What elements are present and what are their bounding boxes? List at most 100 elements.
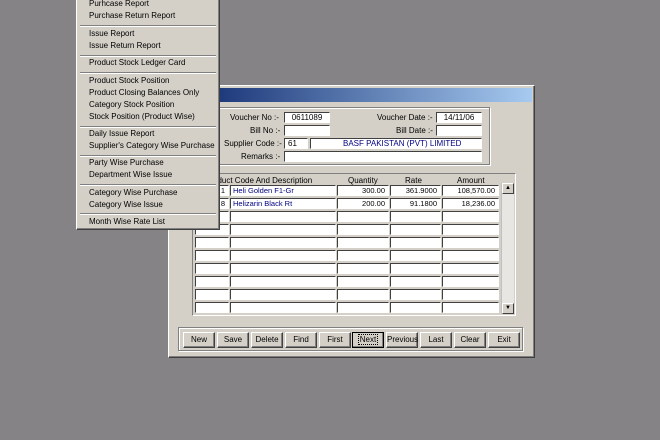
- empty-cell-code[interactable]: [195, 302, 229, 313]
- menu-separator: [80, 25, 216, 27]
- delete-button[interactable]: Delete: [251, 332, 283, 348]
- supplier-code-label: Supplier Code :-: [224, 139, 282, 148]
- voucher-date-field[interactable]: 14/11/06: [436, 112, 482, 123]
- empty-cell-rate[interactable]: [390, 211, 441, 222]
- save-button[interactable]: Save: [217, 332, 249, 348]
- empty-cell-rate[interactable]: [390, 302, 441, 313]
- empty-cell-rate[interactable]: [390, 224, 441, 235]
- menu-item-supplier-category-wise-purchase[interactable]: Supplier's Category Wise Purchase: [89, 140, 215, 152]
- empty-cell-description[interactable]: [230, 211, 336, 222]
- header-amount: Amount: [457, 176, 485, 185]
- menu-separator: [80, 72, 216, 74]
- down-arrow-icon[interactable]: ▼: [502, 303, 514, 314]
- empty-cell-description[interactable]: [230, 289, 336, 300]
- empty-cell-amount[interactable]: [442, 250, 499, 261]
- menu-item-issue-return-report[interactable]: Issue Return Report: [89, 40, 161, 52]
- bill-no-field[interactable]: [284, 125, 330, 136]
- window-title: ucher.: [171, 88, 532, 102]
- empty-cell-description[interactable]: [230, 237, 336, 248]
- previous-button[interactable]: Previous: [386, 332, 418, 348]
- row1-amount[interactable]: 108,570.00: [442, 185, 499, 196]
- header-product-code: oduct Code And Description: [213, 176, 313, 185]
- grid-scrollbar[interactable]: ▲ ▼: [501, 183, 514, 314]
- bill-date-label: Bill Date :-: [396, 126, 433, 135]
- empty-cell-description[interactable]: [230, 263, 336, 274]
- voucher-no-field[interactable]: 0611089: [284, 112, 330, 123]
- last-button[interactable]: Last: [420, 332, 452, 348]
- empty-cell-description[interactable]: [230, 302, 336, 313]
- menu-item-product-closing-balances[interactable]: Product Closing Balances Only: [89, 87, 199, 99]
- next-button-label: Next: [357, 334, 379, 345]
- menu-item-purchase-return-report[interactable]: Purchase Return Report: [89, 10, 175, 22]
- remarks-field[interactable]: [284, 151, 482, 162]
- voucher-date-label: Voucher Date :-: [377, 113, 433, 122]
- exit-button[interactable]: Exit: [488, 332, 520, 348]
- empty-cell-amount[interactable]: [442, 237, 499, 248]
- row2-amount[interactable]: 18,236.00: [442, 198, 499, 209]
- empty-cell-amount[interactable]: [442, 224, 499, 235]
- empty-cell-rate[interactable]: [390, 263, 441, 274]
- menu-item-category-wise-issue[interactable]: Category Wise Issue: [89, 199, 163, 211]
- empty-cell-amount[interactable]: [442, 263, 499, 274]
- empty-cell-amount[interactable]: [442, 289, 499, 300]
- empty-cell-description[interactable]: [230, 276, 336, 287]
- next-button[interactable]: Next: [352, 332, 384, 348]
- items-grid: oduct Code And Description Quantity Rate…: [192, 173, 516, 316]
- empty-cell-code[interactable]: [195, 237, 229, 248]
- empty-cell-code[interactable]: [195, 263, 229, 274]
- supplier-code-field[interactable]: 61: [284, 138, 308, 149]
- menu-item-product-stock-position[interactable]: Product Stock Position: [89, 75, 169, 87]
- new-button[interactable]: New: [183, 332, 215, 348]
- menu-item-stock-position-product-wise[interactable]: Stock Position (Product Wise): [89, 111, 195, 123]
- clear-button[interactable]: Clear: [454, 332, 486, 348]
- menu-separator: [80, 213, 216, 215]
- empty-cell-amount[interactable]: [442, 302, 499, 313]
- empty-cell-quantity[interactable]: [337, 211, 389, 222]
- menu-item-party-wise-purchase[interactable]: Party Wise Purchase: [89, 157, 164, 169]
- row1-description[interactable]: Heli Golden F1-Gr: [230, 185, 336, 196]
- menu-item-purchase-report[interactable]: Purhcase Report: [89, 0, 149, 10]
- empty-cell-quantity[interactable]: [337, 250, 389, 261]
- bill-date-field[interactable]: [436, 125, 482, 136]
- row1-quantity[interactable]: 300.00: [337, 185, 389, 196]
- empty-cell-quantity[interactable]: [337, 302, 389, 313]
- row2-rate[interactable]: 91.1800: [390, 198, 441, 209]
- menu-separator: [80, 184, 216, 186]
- empty-cell-quantity[interactable]: [337, 263, 389, 274]
- empty-cell-code[interactable]: [195, 276, 229, 287]
- menu-item-issue-report[interactable]: Issue Report: [89, 28, 134, 40]
- empty-cell-quantity[interactable]: [337, 276, 389, 287]
- empty-cell-amount[interactable]: [442, 276, 499, 287]
- reports-menu: Purhcase Report Purchase Return Report I…: [76, 0, 220, 230]
- menu-item-department-wise-issue[interactable]: Department Wise Issue: [89, 169, 172, 181]
- row1-rate[interactable]: 361.9000: [390, 185, 441, 196]
- find-button[interactable]: Find: [285, 332, 317, 348]
- menu-item-month-wise-rate-list[interactable]: Month Wise Rate List: [89, 216, 165, 228]
- header-rate: Rate: [405, 176, 422, 185]
- empty-cell-amount[interactable]: [442, 211, 499, 222]
- menu-item-daily-issue-report[interactable]: Daily Issue Report: [89, 128, 154, 140]
- row2-quantity[interactable]: 200.00: [337, 198, 389, 209]
- bill-no-label: Bill No :-: [250, 126, 281, 135]
- empty-cell-rate[interactable]: [390, 250, 441, 261]
- up-arrow-icon[interactable]: ▲: [502, 183, 514, 194]
- empty-cell-description[interactable]: [230, 250, 336, 261]
- first-button[interactable]: First: [319, 332, 351, 348]
- menu-item-product-stock-ledger-card[interactable]: Product Stock Ledger Card: [89, 57, 186, 69]
- empty-cell-rate[interactable]: [390, 276, 441, 287]
- empty-cell-code[interactable]: [195, 250, 229, 261]
- menu-item-category-stock-position[interactable]: Category Stock Position: [89, 99, 174, 111]
- empty-cell-code[interactable]: [195, 289, 229, 300]
- empty-cell-description[interactable]: [230, 224, 336, 235]
- supplier-name-field[interactable]: BASF PAKISTAN (PVT) LIMITED: [310, 138, 482, 149]
- remarks-label: Remarks :-: [241, 152, 281, 161]
- empty-cell-quantity[interactable]: [337, 224, 389, 235]
- empty-cell-rate[interactable]: [390, 237, 441, 248]
- header-quantity: Quantity: [348, 176, 378, 185]
- voucher-no-label: Voucher No :-: [230, 113, 279, 122]
- menu-item-category-wise-purchase[interactable]: Category Wise Purchase: [89, 187, 177, 199]
- empty-cell-quantity[interactable]: [337, 289, 389, 300]
- empty-cell-quantity[interactable]: [337, 237, 389, 248]
- row2-description[interactable]: Helizarin Black Rt: [230, 198, 336, 209]
- empty-cell-rate[interactable]: [390, 289, 441, 300]
